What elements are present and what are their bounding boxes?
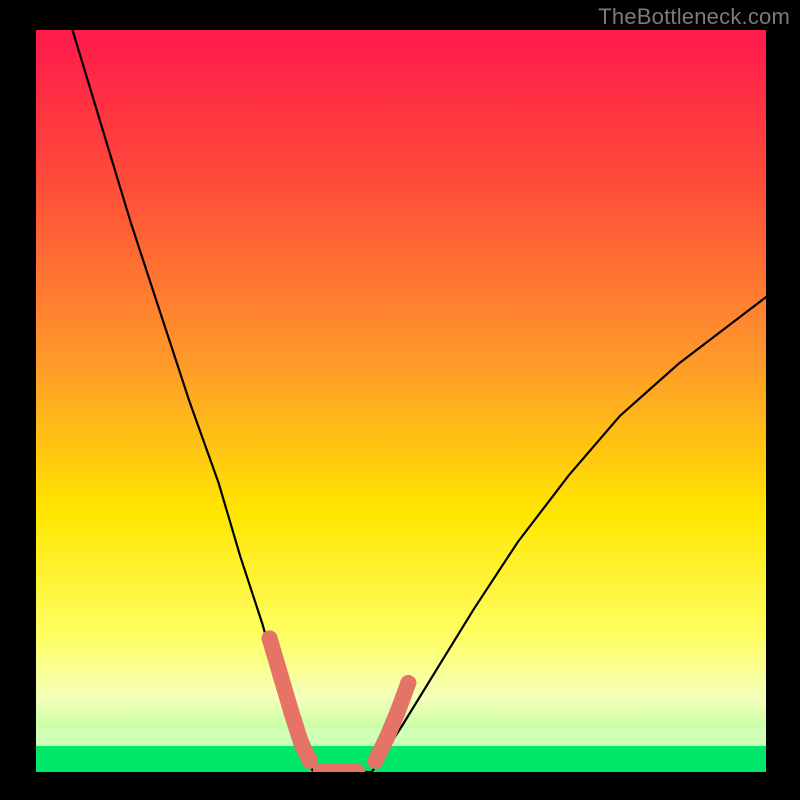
marker-right-point [367,753,383,769]
green-band [36,746,766,772]
marker-left-point [284,705,300,721]
marker-right-point [400,675,416,691]
gradient-background [36,30,766,772]
marker-floor-point [313,764,329,780]
marker-left-point [273,668,289,684]
marker-left-point [293,734,309,750]
watermark-text: TheBottleneck.com [598,4,790,30]
marker-right-point [389,705,405,721]
marker-left-point [262,630,278,646]
bottleneck-chart [0,0,800,800]
marker-floor-point [349,764,365,780]
green-transition [36,728,766,746]
chart-frame: TheBottleneck.com [0,0,800,800]
marker-right-point [378,731,394,747]
marker-floor-point [331,764,347,780]
